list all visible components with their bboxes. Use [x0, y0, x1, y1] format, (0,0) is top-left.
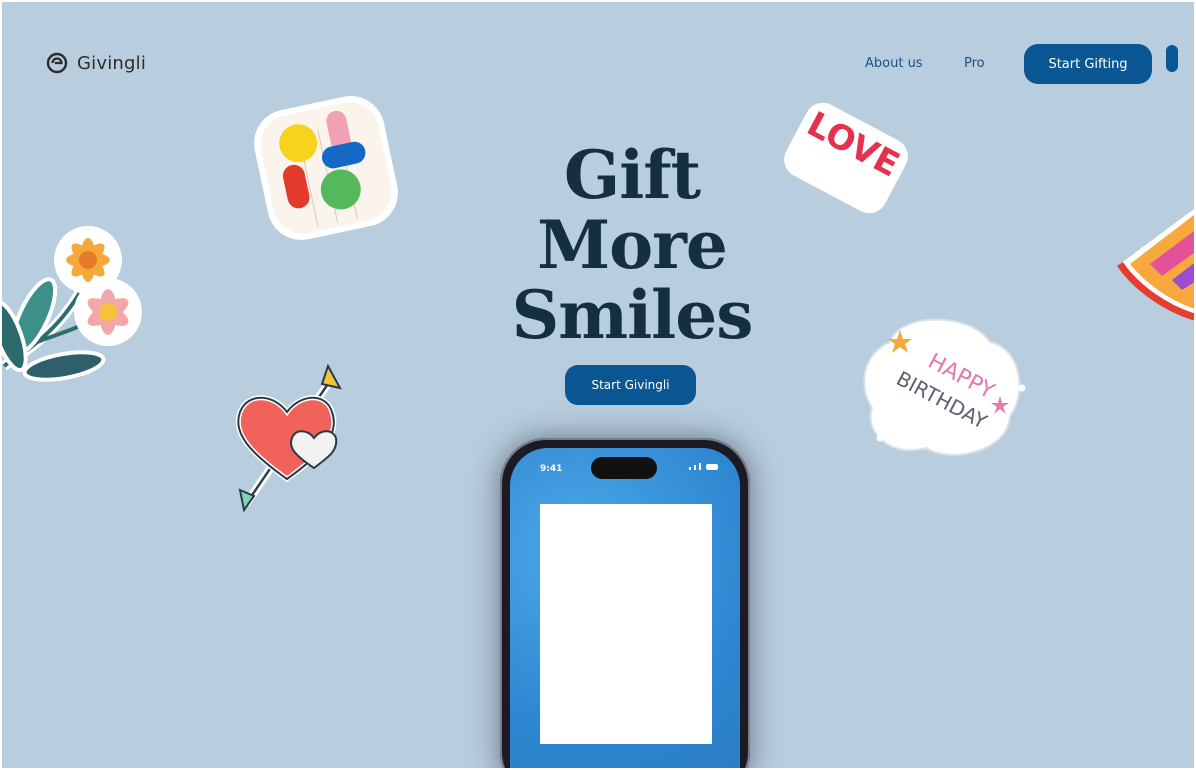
- nav-about-us[interactable]: About us: [865, 56, 923, 71]
- phone-screen: 9:41: [510, 448, 740, 768]
- brand-name: Givingli: [77, 52, 147, 74]
- flower-bouquet-sticker: [2, 226, 142, 382]
- brand-logo[interactable]: Givingli: [46, 52, 146, 74]
- signal-icon: [689, 467, 691, 470]
- signal-icon: [699, 463, 701, 470]
- party-hat-sticker: [1117, 208, 1194, 321]
- phone-mockup: 9:41: [500, 438, 750, 768]
- signal-icon: [694, 465, 696, 470]
- app-icon-sticker: [254, 96, 398, 240]
- menu-handle[interactable]: [1166, 45, 1178, 72]
- nav-pro[interactable]: Pro: [964, 56, 985, 71]
- start-gifting-button[interactable]: Start Gifting: [1024, 44, 1152, 84]
- gift-card-preview[interactable]: [540, 504, 712, 744]
- dynamic-island: [591, 457, 657, 479]
- status-icons: [689, 463, 718, 470]
- happy-birthday-sticker: HAPPY BIRTHDAY: [863, 318, 1026, 456]
- givingli-logo-icon: [46, 52, 68, 74]
- page-canvas: Givingli About us Pro Start Gifting Gift…: [2, 2, 1194, 768]
- hero-title-line-3: Smiles: [511, 276, 754, 354]
- heart-arrow-sticker: [235, 364, 342, 513]
- love-sticker: LOVE: [784, 102, 908, 214]
- battery-icon: [706, 464, 718, 470]
- hero-title-line-2: More: [537, 206, 728, 284]
- start-givingli-button[interactable]: Start Givingli: [565, 365, 696, 405]
- status-time: 9:41: [540, 464, 563, 474]
